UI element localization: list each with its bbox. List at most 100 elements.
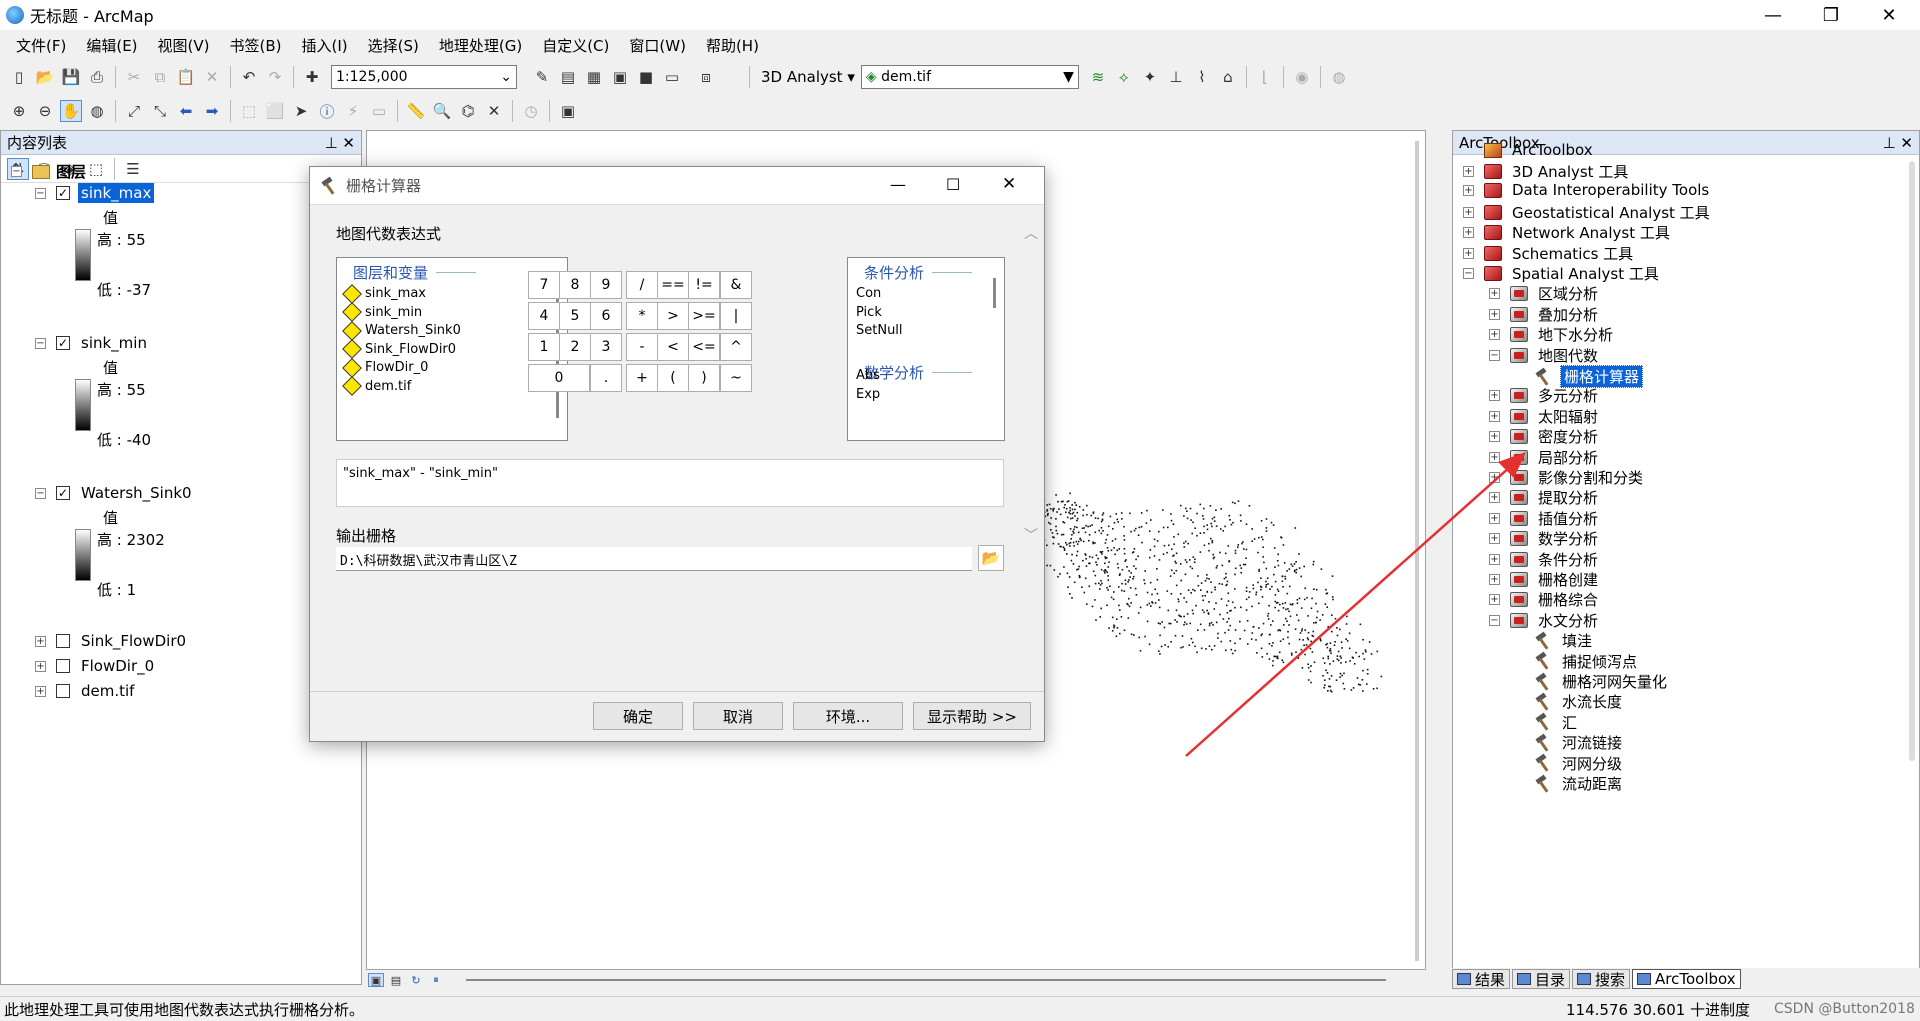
expand-icon[interactable]: + (1463, 227, 1474, 239)
restore-button[interactable]: ❐ (1802, 0, 1860, 30)
key-10[interactable]: * (626, 302, 658, 330)
expand-icon[interactable]: + (1463, 247, 1474, 259)
layer-checkbox[interactable] (56, 684, 70, 698)
hydro-tool-5-label[interactable]: 河流链接 (1560, 732, 1624, 753)
spatial-set-after-0-label[interactable]: 多元分析 (1536, 385, 1600, 406)
go-to-xy-icon[interactable]: ✕ (483, 100, 505, 122)
interpolate-point-icon[interactable]: ⊥ (1165, 66, 1187, 88)
spatial-set-3-label[interactable]: 地图代数 (1536, 345, 1600, 366)
key-26[interactable]: ~ (720, 364, 752, 392)
new-document-icon[interactable]: ▯ (8, 66, 30, 88)
cancel-button[interactable]: 取消 (693, 702, 783, 730)
menu-item-9[interactable]: 帮助(H) (706, 35, 759, 56)
line-of-sight-icon[interactable]: ✦ (1139, 66, 1161, 88)
back-extent-icon[interactable]: ⬅ (175, 100, 197, 122)
add-data-icon[interactable]: ✚ (301, 66, 323, 88)
spatial-set-after-7-label[interactable]: 数学分析 (1536, 528, 1600, 549)
output-path-field[interactable]: D:\科研数据\武汉市青山区\Z (336, 547, 972, 571)
dialog-maximize-button[interactable]: ☐ (946, 175, 960, 194)
zoom-out-icon[interactable]: ⊖ (34, 100, 56, 122)
math-function-item[interactable]: Exp (856, 387, 880, 402)
measure-icon[interactable]: 📏 (405, 100, 427, 122)
search-window-icon[interactable]: ▣ (609, 66, 631, 88)
arcscene-icon[interactable]: ◍ (1328, 66, 1350, 88)
hydro-tool-7-label[interactable]: 流动距离 (1560, 773, 1624, 794)
spatial-set-after-8-label[interactable]: 条件分析 (1536, 549, 1600, 570)
hydro-tool-6-label[interactable]: 河网分级 (1560, 753, 1624, 774)
close-icon[interactable]: ✕ (342, 134, 355, 152)
editor-icon[interactable]: ✎ (531, 66, 553, 88)
toolset-5-label[interactable]: Spatial Analyst 工具 (1510, 263, 1661, 284)
tab-3[interactable]: ArcToolbox (1632, 969, 1741, 989)
catalog-icon[interactable]: ▦ (583, 66, 605, 88)
delete-icon[interactable]: ✕ (201, 66, 223, 88)
expand-icon[interactable]: + (35, 685, 46, 697)
identify-icon[interactable]: ⓘ (316, 100, 338, 122)
dialog-scrollbar[interactable]: ︿ ﹀ (1024, 223, 1040, 545)
interpolate-polygon-icon[interactable]: ⌂ (1217, 66, 1239, 88)
list-by-selection-icon[interactable]: ⬚ (85, 158, 107, 180)
math-function-item[interactable]: Abs (856, 368, 880, 383)
hyperlink-icon[interactable]: ⚡ (342, 100, 364, 122)
select-elements-icon[interactable]: ➤ (290, 100, 312, 122)
key-5[interactable]: != (688, 271, 720, 299)
horizontal-scrollbar[interactable] (466, 979, 1386, 981)
copy-icon[interactable]: ⧉ (149, 66, 171, 88)
menu-item-8[interactable]: 窗口(W) (629, 35, 686, 56)
spatial-set-after-1-label[interactable]: 太阳辐射 (1536, 406, 1600, 427)
redo-icon[interactable]: ↷ (264, 66, 286, 88)
pin-icon[interactable]: ⊥ (325, 134, 338, 152)
refresh-icon[interactable]: ↻ (408, 973, 424, 987)
key-7[interactable]: 4 (528, 302, 560, 330)
scale-combo[interactable]: 1:125,000 ⌄ (331, 65, 517, 89)
cut-icon[interactable]: ✂ (123, 66, 145, 88)
layer-combo[interactable]: ◈ dem.tif ▼ (860, 65, 1079, 89)
undo-icon[interactable]: ↶ (238, 66, 260, 88)
open-folder-icon[interactable]: 📂 (34, 66, 56, 88)
spatial-set-after-5-label[interactable]: 提取分析 (1536, 487, 1600, 508)
layer-list-item[interactable]: Sink_FlowDir0 (342, 339, 456, 359)
ok-button[interactable]: 确定 (593, 702, 683, 730)
pause-drawing-icon[interactable]: ⏸ (428, 973, 444, 987)
expand-icon[interactable]: + (1489, 410, 1500, 422)
collapse-icon[interactable]: − (11, 166, 22, 177)
toolset-0-label[interactable]: 3D Analyst 工具 (1510, 161, 1630, 182)
close-icon[interactable]: ✕ (1900, 134, 1913, 152)
expand-icon[interactable]: + (1489, 288, 1500, 300)
create-viewer-icon[interactable]: ▣ (557, 100, 579, 122)
cond-function-item[interactable]: SetNull (856, 323, 903, 338)
spatial-set-after-6-label[interactable]: 插值分析 (1536, 508, 1600, 529)
collapse-icon[interactable]: − (1463, 268, 1474, 279)
layer-list-item[interactable]: FlowDir_0 (342, 357, 428, 378)
layer-checkbox[interactable]: ✓ (56, 486, 70, 500)
key-24[interactable]: ( (657, 364, 689, 392)
pan-icon[interactable]: ✋ (60, 100, 82, 122)
spatial-set-after-10-label[interactable]: 栅格综合 (1536, 589, 1600, 610)
interpolate-line-icon[interactable]: ⌇ (1191, 66, 1213, 88)
scroll-down-icon[interactable]: ﹀ (1024, 525, 1038, 545)
pin-icon[interactable]: ⊥ (1883, 134, 1896, 152)
scroll-up-icon[interactable]: ︿ (1024, 223, 1040, 243)
contour-icon[interactable]: ≋ (1087, 66, 1109, 88)
layer-name[interactable]: sink_max (78, 183, 155, 203)
spatial-set-after-3-label[interactable]: 局部分析 (1536, 447, 1600, 468)
key-20[interactable]: ^ (720, 333, 752, 361)
expand-icon[interactable]: + (1463, 206, 1474, 218)
forward-extent-icon[interactable]: ➡ (201, 100, 223, 122)
spatial-set-2-label[interactable]: 地下水分析 (1536, 324, 1615, 345)
environments-button[interactable]: 环境... (793, 702, 903, 730)
toolset-4-label[interactable]: Schematics 工具 (1510, 243, 1635, 264)
key-22[interactable]: . (590, 364, 622, 392)
data-view-icon[interactable]: ▣ (368, 973, 384, 987)
menu-item-0[interactable]: 文件(F) (16, 35, 66, 56)
expression-textbox[interactable]: "sink_max" - "sink_min" (336, 459, 1004, 507)
key-21[interactable]: 0 (528, 364, 590, 392)
steepest-path-icon[interactable]: ⟡ (1113, 66, 1135, 88)
dialog-close-button[interactable]: ✕ (1002, 174, 1016, 194)
dialog-minimize-button[interactable]: — (890, 175, 906, 194)
tab-2[interactable]: 搜索 (1572, 969, 1631, 989)
cond-function-item[interactable]: Pick (856, 305, 882, 320)
find-icon[interactable]: 🔍 (431, 100, 453, 122)
print-icon[interactable]: ⎙ (86, 66, 108, 88)
menu-item-5[interactable]: 选择(S) (368, 35, 419, 56)
